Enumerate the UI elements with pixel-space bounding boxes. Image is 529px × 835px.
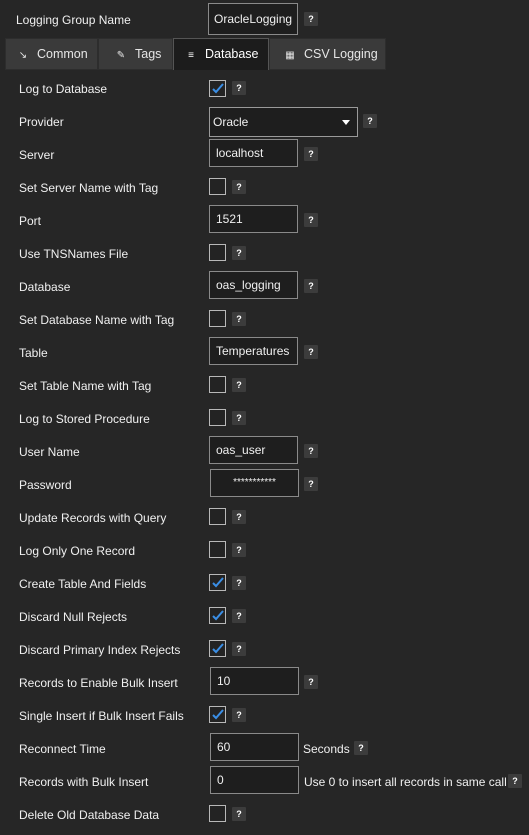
help-icon[interactable]: ? xyxy=(304,213,318,227)
database-icon: ≡ xyxy=(188,50,194,61)
help-icon[interactable]: ? xyxy=(304,279,318,293)
help-icon[interactable]: ? xyxy=(363,114,377,128)
help-icon[interactable]: ? xyxy=(304,675,318,689)
table-label: Table xyxy=(19,346,48,360)
discard-null-checkbox[interactable] xyxy=(209,607,226,624)
bulk-records-hint: Use 0 to insert all records in same call xyxy=(304,775,507,789)
server-name-tag-label: Set Server Name with Tag xyxy=(19,181,159,195)
bulk-enable-input[interactable]: 10 xyxy=(210,667,299,695)
help-icon[interactable]: ? xyxy=(232,510,246,524)
chevron-down-icon xyxy=(342,120,350,125)
bulk-enable-label: Records to Enable Bulk Insert xyxy=(19,676,178,690)
help-icon[interactable]: ? xyxy=(232,81,246,95)
help-icon[interactable]: ? xyxy=(304,345,318,359)
bulk-records-input[interactable]: 0 xyxy=(210,766,299,794)
password-label: Password xyxy=(19,478,72,492)
discard-primary-label: Discard Primary Index Rejects xyxy=(19,643,181,657)
update-with-query-label: Update Records with Query xyxy=(19,511,167,525)
create-table-label: Create Table And Fields xyxy=(19,577,147,591)
help-icon[interactable]: ? xyxy=(232,807,246,821)
checkmark-icon xyxy=(212,577,224,588)
help-icon[interactable]: ? xyxy=(232,642,246,656)
password-input[interactable]: *********** xyxy=(210,469,299,497)
table-name-tag-checkbox[interactable] xyxy=(209,376,226,393)
reconnect-time-label: Reconnect Time xyxy=(19,742,106,756)
database-label: Database xyxy=(19,280,71,294)
bulk-records-label: Records with Bulk Insert xyxy=(19,775,149,789)
tab-label: Tags xyxy=(135,47,162,61)
reconnect-time-unit: Seconds xyxy=(303,742,350,756)
database-name-tag-label: Set Database Name with Tag xyxy=(19,313,175,327)
help-icon[interactable]: ? xyxy=(232,246,246,260)
help-icon[interactable]: ? xyxy=(304,147,318,161)
tab-csv-logging[interactable]: ▦ CSV Logging xyxy=(269,38,386,70)
help-icon[interactable]: ? xyxy=(232,543,246,557)
help-icon[interactable]: ? xyxy=(354,741,368,755)
help-icon[interactable]: ? xyxy=(232,609,246,623)
discard-primary-checkbox[interactable] xyxy=(209,640,226,657)
log-to-database-checkbox[interactable] xyxy=(209,80,226,97)
port-label: Port xyxy=(19,214,42,228)
server-input[interactable]: localhost xyxy=(209,139,298,167)
table-input[interactable]: Temperatures xyxy=(209,337,298,365)
help-icon[interactable]: ? xyxy=(232,312,246,326)
delete-old-label: Delete Old Database Data xyxy=(19,808,160,822)
stored-procedure-checkbox[interactable] xyxy=(209,409,226,426)
tag-icon: ✎ xyxy=(116,50,126,61)
delete-old-checkbox[interactable] xyxy=(209,805,226,822)
help-icon[interactable]: ? xyxy=(304,444,318,458)
tab-label: CSV Logging xyxy=(304,47,378,61)
database-input[interactable]: oas_logging xyxy=(209,271,298,299)
help-icon[interactable]: ? xyxy=(232,576,246,590)
help-icon[interactable]: ? xyxy=(232,708,246,722)
single-insert-checkbox[interactable] xyxy=(209,706,226,723)
help-icon[interactable]: ? xyxy=(232,378,246,392)
tab-database[interactable]: ≡ Database xyxy=(173,38,269,70)
help-icon[interactable]: ? xyxy=(304,12,318,26)
log-one-record-label: Log Only One Record xyxy=(19,544,136,558)
provider-select[interactable]: Oracle xyxy=(209,107,358,137)
tab-label: Database xyxy=(205,47,259,61)
provider-label: Provider xyxy=(19,115,64,129)
help-icon[interactable]: ? xyxy=(304,477,318,491)
tnsnames-label: Use TNSNames File xyxy=(19,247,129,261)
checkmark-icon xyxy=(212,643,224,654)
single-insert-label: Single Insert if Bulk Insert Fails xyxy=(19,709,184,723)
tab-common[interactable]: ↘ Common xyxy=(5,38,98,70)
group-name-input[interactable]: OracleLogging xyxy=(208,3,298,35)
update-with-query-checkbox[interactable] xyxy=(209,508,226,525)
user-name-label: User Name xyxy=(19,445,80,459)
port-input[interactable]: 1521 xyxy=(209,205,298,233)
server-label: Server xyxy=(19,148,55,162)
checkmark-icon xyxy=(212,709,224,720)
table-name-tag-label: Set Table Name with Tag xyxy=(19,379,152,393)
help-icon[interactable]: ? xyxy=(232,180,246,194)
server-name-tag-checkbox[interactable] xyxy=(209,178,226,195)
tab-label: Common xyxy=(37,47,88,61)
log-one-record-checkbox[interactable] xyxy=(209,541,226,558)
reconnect-time-input[interactable]: 60 xyxy=(210,733,299,761)
help-icon[interactable]: ? xyxy=(508,774,522,788)
database-name-tag-checkbox[interactable] xyxy=(209,310,226,327)
create-table-checkbox[interactable] xyxy=(209,574,226,591)
tab-tags[interactable]: ✎ Tags xyxy=(98,38,173,70)
discard-null-label: Discard Null Rejects xyxy=(19,610,128,624)
checkmark-icon xyxy=(212,83,224,94)
user-name-input[interactable]: oas_user xyxy=(209,436,298,464)
csv-icon: ▦ xyxy=(285,50,295,61)
common-icon: ↘ xyxy=(18,50,28,61)
tnsnames-checkbox[interactable] xyxy=(209,244,226,261)
group-name-label: Logging Group Name xyxy=(16,13,131,27)
log-to-database-label: Log to Database xyxy=(19,82,108,96)
provider-value: Oracle xyxy=(213,115,249,129)
tab-bar: ↘ Common ✎ Tags ≡ Database ▦ CSV Logging xyxy=(5,38,386,70)
stored-procedure-label: Log to Stored Procedure xyxy=(19,412,150,426)
checkmark-icon xyxy=(212,610,224,621)
help-icon[interactable]: ? xyxy=(232,411,246,425)
